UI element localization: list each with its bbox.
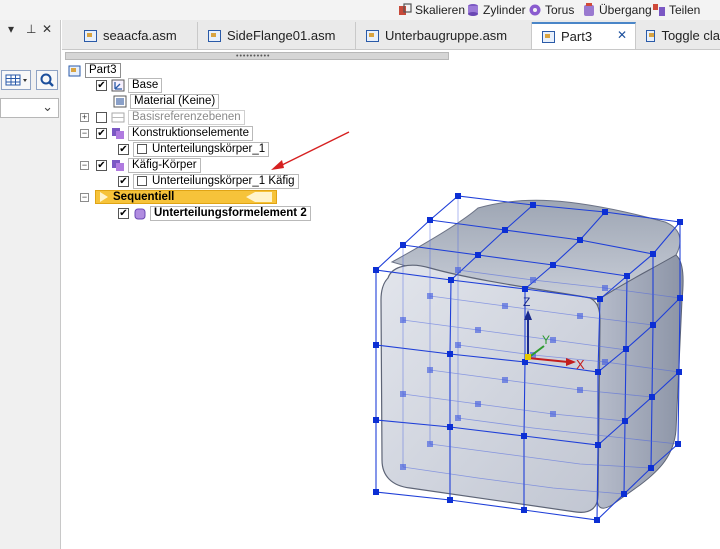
annotation-arrow bbox=[271, 131, 350, 170]
left-docking-panel: ▾ ⊥ ✕ ⌄ bbox=[0, 20, 61, 549]
blend-label: Übergang bbox=[599, 3, 652, 17]
ribbon-strip: Skalieren Zylinder Torus Übergang Teilen bbox=[0, 0, 720, 20]
torus-command[interactable]: Torus bbox=[528, 1, 574, 19]
tab-sideflange01[interactable]: SideFlange01.asm bbox=[198, 22, 356, 49]
chevron-down-icon: ⌄ bbox=[42, 99, 53, 114]
z-axis-label: Z bbox=[523, 295, 530, 309]
tab-label: Unterbaugruppe.asm bbox=[385, 28, 508, 43]
split-label: Teilen bbox=[669, 3, 701, 17]
scale-command[interactable]: Skalieren bbox=[398, 1, 465, 19]
tab-unterbaugruppe[interactable]: Unterbaugruppe.asm bbox=[356, 22, 532, 49]
scale-icon bbox=[399, 3, 412, 15]
assembly-icon bbox=[208, 29, 221, 42]
tab-seaacfa[interactable]: seaacfa.asm bbox=[74, 22, 198, 49]
part-icon bbox=[646, 29, 656, 42]
tab-label: Part3 bbox=[561, 29, 593, 44]
cylinder-command[interactable]: Zylinder bbox=[466, 1, 526, 19]
pane-splitter[interactable]: •••••••••• bbox=[65, 52, 449, 60]
torus-icon bbox=[529, 4, 541, 16]
blend-icon bbox=[584, 3, 594, 16]
part-icon bbox=[542, 30, 555, 43]
search-button[interactable] bbox=[36, 70, 58, 90]
torus-label: Torus bbox=[545, 3, 575, 17]
close-panel-icon[interactable]: ✕ bbox=[42, 22, 52, 36]
panel-dropdown-icon[interactable]: ▾ bbox=[8, 22, 14, 36]
x-axis-label: X bbox=[576, 357, 585, 372]
y-axis-label: Y bbox=[542, 333, 550, 347]
close-tab-icon[interactable]: ✕ bbox=[617, 28, 627, 42]
document-tab-bar: seaacfa.asm SideFlange01.asm Unterbaugru… bbox=[62, 20, 720, 50]
tab-label: Toggle cla bbox=[661, 28, 720, 43]
tab-label: SideFlange01.asm bbox=[227, 28, 336, 43]
split-command[interactable]: Teilen bbox=[652, 1, 700, 19]
assembly-icon bbox=[366, 29, 379, 42]
tab-part3[interactable]: Part3 ✕ bbox=[532, 22, 636, 49]
pin-icon[interactable]: ⊥ bbox=[26, 22, 36, 36]
grip-dots: •••••••••• bbox=[236, 53, 271, 60]
cylinder-icon bbox=[468, 4, 478, 16]
blend-command[interactable]: Übergang bbox=[582, 1, 652, 19]
tab-label: seaacfa.asm bbox=[103, 28, 177, 43]
cylinder-label: Zylinder bbox=[483, 3, 526, 17]
scale-label: Skalieren bbox=[415, 3, 466, 17]
graphics-viewport[interactable]: Z Y X bbox=[62, 60, 720, 549]
split-icon bbox=[653, 4, 665, 16]
grid-icon bbox=[5, 74, 27, 86]
tab-toggle-cla[interactable]: Toggle cla bbox=[636, 22, 720, 49]
view-options-button[interactable] bbox=[1, 70, 31, 90]
filter-combo[interactable]: ⌄ bbox=[0, 98, 59, 118]
assembly-icon bbox=[84, 29, 97, 42]
search-icon bbox=[40, 73, 54, 87]
